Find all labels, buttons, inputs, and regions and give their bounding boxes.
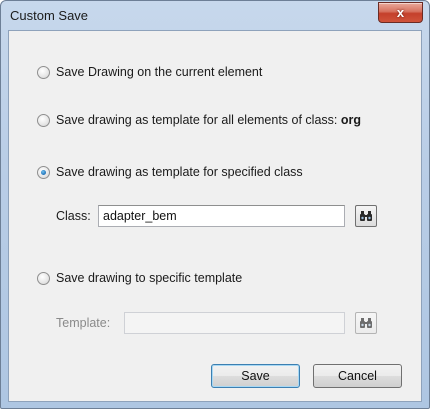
option-label: Save drawing as template for all element… (56, 113, 361, 127)
option-label: Save drawing to specific template (56, 271, 243, 285)
close-icon: x (396, 5, 405, 20)
template-browse-button[interactable] (355, 312, 377, 334)
option-save-template-all-class[interactable]: Save drawing as template for all element… (37, 113, 361, 127)
option-save-current-element[interactable]: Save Drawing on the current element (37, 65, 262, 79)
close-button[interactable]: x (378, 2, 423, 23)
option-label: Save Drawing on the current element (56, 65, 263, 79)
dialog-body: Save Drawing on the current element Save… (8, 30, 422, 402)
class-input[interactable]: adapter_bem (98, 205, 345, 227)
binoculars-icon (360, 211, 372, 221)
custom-save-dialog: Custom Save x Save Drawing on the curren… (0, 0, 430, 409)
cancel-button[interactable]: Cancel (313, 364, 402, 388)
class-label: Class: (56, 209, 91, 223)
template-label: Template: (56, 316, 111, 330)
template-input[interactable] (124, 312, 345, 334)
dialog-title: Custom Save (10, 8, 89, 23)
radio-save-specific-template[interactable] (37, 271, 50, 285)
option-save-specific-template[interactable]: Save drawing to specific template (37, 271, 242, 285)
radio-save-template-all-class[interactable] (37, 113, 50, 127)
save-button[interactable]: Save (211, 364, 300, 388)
radio-save-current-element[interactable] (37, 65, 50, 79)
class-browse-button[interactable] (355, 205, 377, 227)
title-bar: Custom Save x (1, 1, 429, 29)
option-label: Save drawing as template for specified c… (56, 165, 303, 179)
binoculars-icon (360, 318, 372, 328)
class-name-bold: org (340, 113, 361, 127)
option-save-template-specified-class[interactable]: Save drawing as template for specified c… (37, 165, 303, 179)
radio-save-template-specified-class[interactable] (37, 165, 50, 179)
